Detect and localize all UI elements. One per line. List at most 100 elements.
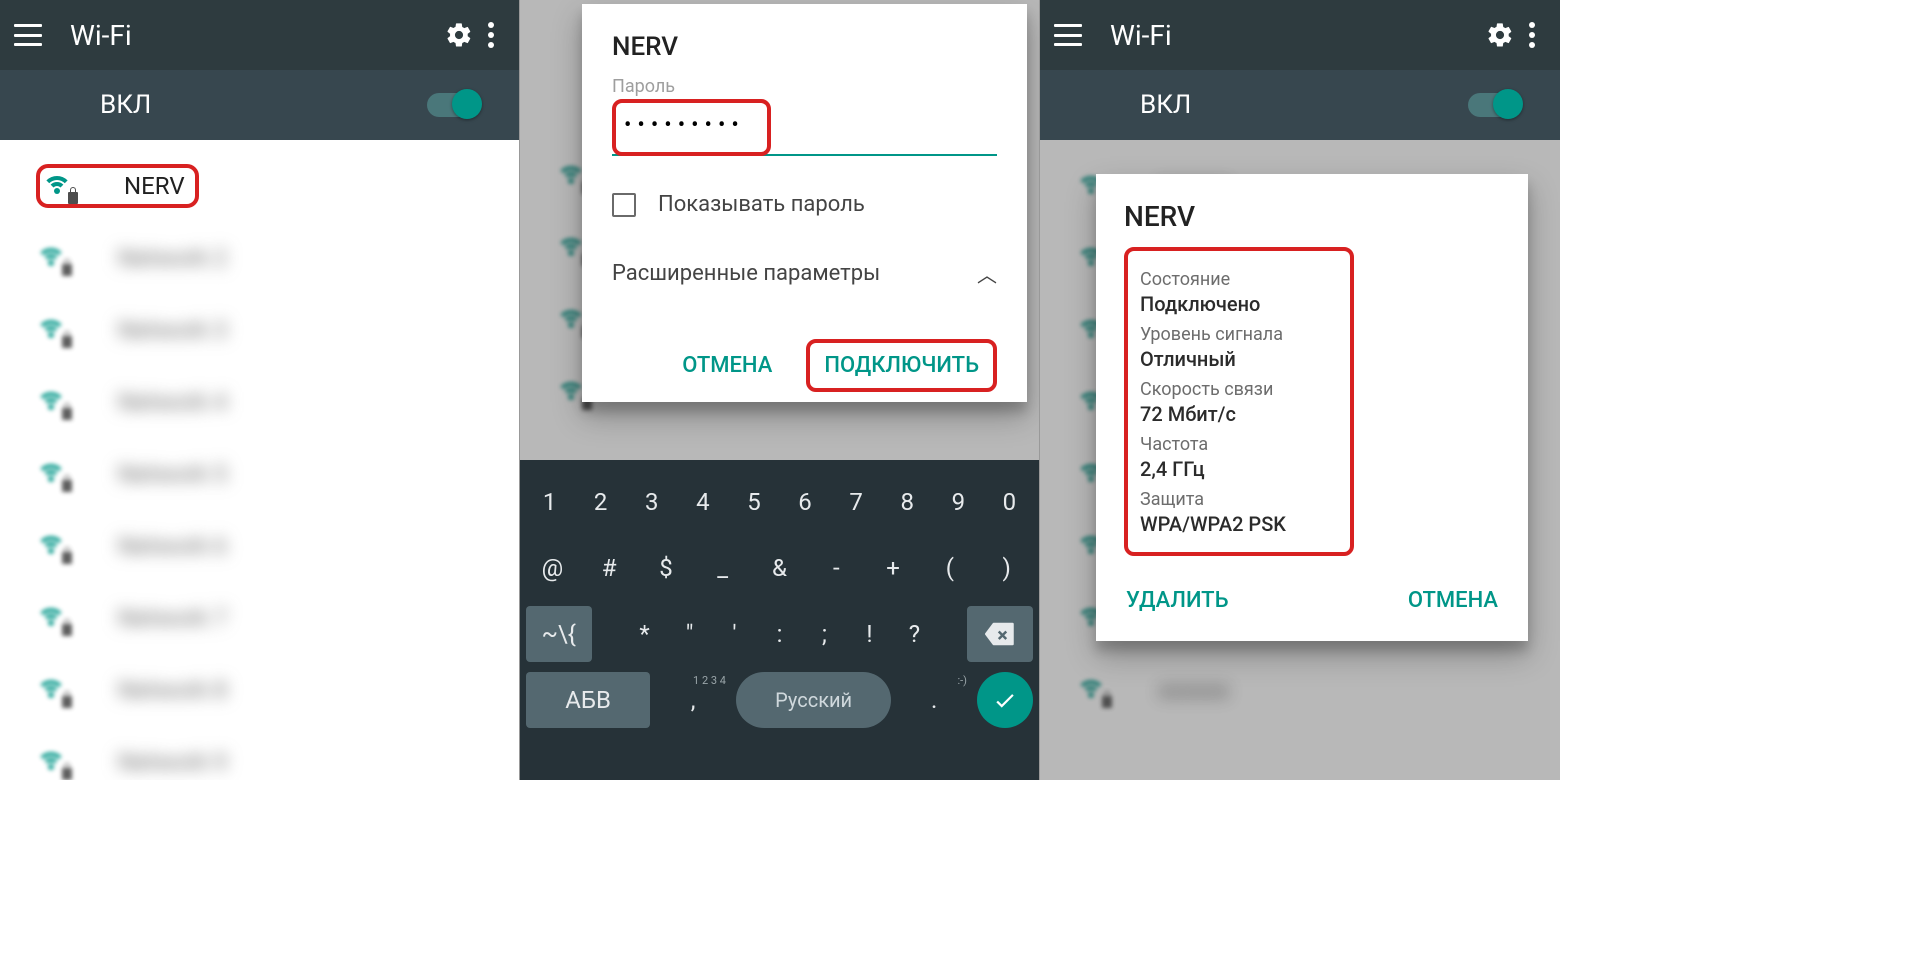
wifi-network-name: NERV [124,172,185,200]
wifi-toggle-label: ВКЛ [100,90,151,120]
wifi-network-list: NERV Network 2 Network 3 Network 4 Netwo… [0,140,519,780]
keyboard-key[interactable]: 7 [833,474,880,530]
wifi-network-row[interactable]: Network 9 [0,726,519,780]
wifi-network-row[interactable]: Network 7 [0,582,519,654]
keyboard-key[interactable]: ) [980,540,1033,596]
keyboard-key[interactable]: : [759,606,800,662]
cancel-button[interactable]: ОТМЕНА [668,343,786,388]
keyboard-comma-key[interactable]: ,1 2 3 4 [654,672,732,728]
onscreen-keyboard: 1234567890 @#$_&-+() ~\{ *"':;!? АБВ ,1 … [520,460,1039,780]
wifi-signal-icon [36,674,68,706]
keyboard-key[interactable]: 4 [679,474,726,530]
wifi-network-name: Network 4 [118,388,227,416]
cancel-button[interactable]: ОТМЕНА [1406,576,1500,625]
advanced-options-row[interactable]: Расширенные параметры ︿ [612,253,997,310]
password-field[interactable]: ••••••••• [620,107,753,148]
password-label: Пароль [612,76,997,97]
wifi-toggle-row: ВКЛ [0,70,519,140]
detail-value: 72 Мбит/с [1140,402,1340,426]
keyboard-key[interactable]: ? [894,606,935,662]
settings-gear-icon[interactable] [441,17,477,53]
keyboard-key[interactable]: 8 [884,474,931,530]
keyboard-key[interactable]: $ [640,540,693,596]
wifi-network-row[interactable]: Network 8 [0,654,519,726]
show-password-checkbox[interactable]: Показывать пароль [612,192,997,217]
wifi-network-name: Network 2 [118,244,227,272]
wifi-signal-icon [36,458,68,490]
wifi-signal-icon [36,602,68,634]
keyboard-key[interactable]: ! [849,606,890,662]
keyboard-key[interactable]: * [624,606,665,662]
page-title: Wi-Fi [70,19,441,52]
wifi-network-name: Network 8 [118,676,227,704]
keyboard-symbols-key[interactable]: ~\{ [526,606,592,662]
wifi-network-row[interactable]: Network 6 [0,510,519,582]
detail-label: Скорость связи [1140,379,1340,400]
keyboard-period-key[interactable]: .:-) [895,672,973,728]
detail-label: Частота [1140,434,1340,455]
detail-value: 2,4 ГГц [1140,457,1340,481]
keyboard-backspace-key[interactable] [967,606,1033,662]
wifi-network-name: Network 6 [118,532,227,560]
keyboard-key[interactable]: 9 [935,474,982,530]
app-header: Wi-Fi [0,0,519,70]
connect-button[interactable]: ПОДКЛЮЧИТЬ [806,339,997,392]
wifi-signal-icon [36,242,68,274]
wifi-signal-icon [36,530,68,562]
wifi-signal-icon [36,386,68,418]
keyboard-key[interactable]: 6 [782,474,829,530]
wifi-network-name: Network 3 [118,316,227,344]
wifi-network-row[interactable]: NERV [0,150,519,222]
chevron-up-icon: ︿ [977,259,997,288]
keyboard-mode-key[interactable]: АБВ [526,672,650,728]
wifi-network-row[interactable]: Network 5 [0,438,519,510]
keyboard-key[interactable]: 1 [526,474,573,530]
keyboard-key[interactable]: & [753,540,806,596]
keyboard-key[interactable]: " [669,606,710,662]
keyboard-enter-key[interactable] [977,672,1033,728]
panel-wifi-details-dialog: Wi-Fi ВКЛ xxxxxx xxxxxx xxxxxx xxxxxx xx… [1040,0,1560,780]
dialog-network-name: NERV [612,32,997,62]
forget-button[interactable]: УДАЛИТЬ [1124,576,1231,625]
keyboard-key[interactable]: # [583,540,636,596]
wifi-network-row[interactable]: Network 4 [0,366,519,438]
panel-wifi-list: Wi-Fi ВКЛ NERV Network 2 Network 3 [0,0,520,780]
wifi-network-name: Network 7 [118,604,227,632]
keyboard-key[interactable]: ; [804,606,845,662]
wifi-toggle-switch[interactable] [427,93,479,117]
wifi-signal-icon [36,746,68,778]
network-details-dialog: NERV СостояниеПодключеноУровень сигналаО… [1096,174,1528,641]
keyboard-key[interactable]: ' [714,606,755,662]
keyboard-key[interactable]: _ [696,540,749,596]
keyboard-key[interactable]: 2 [577,474,624,530]
wifi-network-name: Network 9 [118,748,227,776]
keyboard-key[interactable]: - [810,540,863,596]
advanced-options-label: Расширенные параметры [612,261,880,286]
detail-value: Подключено [1140,292,1340,316]
checkbox-icon [612,193,636,217]
wifi-network-row[interactable]: Network 3 [0,294,519,366]
show-password-label: Показывать пароль [658,192,865,217]
keyboard-language-key[interactable]: Русский [736,672,891,728]
keyboard-key[interactable]: ( [923,540,976,596]
wifi-network-row[interactable]: Network 2 [0,222,519,294]
keyboard-key[interactable]: 3 [628,474,675,530]
dialog-network-name: NERV [1124,200,1500,233]
connect-dialog: NERV Пароль ••••••••• Показывать пароль … [582,4,1027,402]
detail-label: Защита [1140,489,1340,510]
detail-value: WPA/WPA2 PSK [1140,512,1340,536]
keyboard-key[interactable]: 0 [986,474,1033,530]
keyboard-key[interactable]: @ [526,540,579,596]
keyboard-key[interactable]: + [867,540,920,596]
overflow-menu-icon[interactable] [477,22,505,48]
detail-label: Состояние [1140,269,1340,290]
detail-value: Отличный [1140,347,1340,371]
wifi-signal-icon [36,314,68,346]
wifi-network-name: Network 5 [118,460,227,488]
wifi-signal-icon [42,170,74,202]
detail-label: Уровень сигнала [1140,324,1340,345]
hamburger-menu-icon[interactable] [14,24,42,46]
panel-wifi-connect-dialog: NERV Пароль ••••••••• Показывать пароль … [520,0,1040,780]
network-details-block: СостояниеПодключено Уровень сигналаОтличн… [1124,247,1354,556]
keyboard-key[interactable]: 5 [730,474,777,530]
